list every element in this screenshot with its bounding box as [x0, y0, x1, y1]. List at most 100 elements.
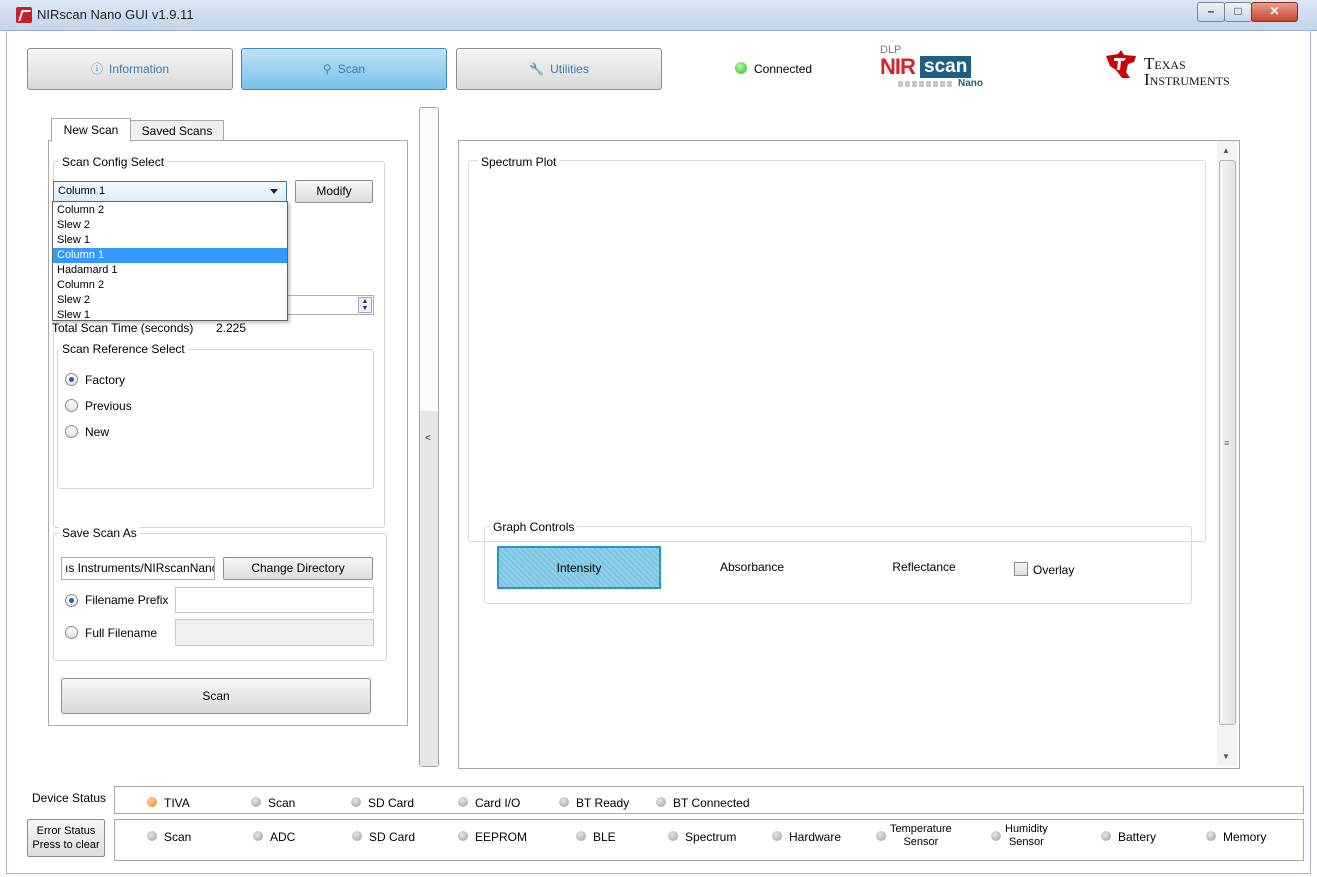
radio-full-filename[interactable] — [65, 626, 78, 639]
error-status-item-label: Hardware — [789, 830, 842, 844]
save-scan-title: Save Scan As — [59, 526, 140, 540]
error-status-led — [576, 831, 586, 841]
radio-new[interactable] — [65, 425, 78, 438]
radio-previous[interactable] — [65, 399, 78, 412]
logo-bars — [898, 81, 954, 87]
minimize-button[interactable]: – — [1197, 2, 1225, 22]
minimize-icon: – — [1207, 4, 1215, 18]
scan-config-title: Scan Config Select — [59, 155, 168, 169]
error-status-led — [1206, 831, 1216, 841]
device-status-led — [251, 797, 261, 807]
device-status-item-label: SD Card — [368, 796, 415, 810]
device-status-item-label: TIVA — [164, 796, 190, 810]
logo-scan-text: scan — [920, 56, 972, 78]
full-filename-input[interactable] — [175, 619, 374, 646]
close-icon: ✕ — [1269, 4, 1280, 18]
subtab-new-scan-label: New Scan — [63, 123, 119, 137]
error-status-button[interactable]: Error Status Press to clear — [27, 819, 105, 857]
error-status-led — [772, 831, 782, 841]
radio-factory[interactable] — [65, 373, 78, 386]
overlay-checkbox[interactable] — [1014, 562, 1028, 576]
error-status-item-label: Scan — [164, 830, 192, 844]
chevron-down-icon — [270, 189, 278, 194]
connection-status-icon — [735, 62, 747, 74]
close-button[interactable]: ✕ — [1251, 2, 1298, 22]
dropdown-option[interactable]: Column 1 — [53, 248, 287, 263]
connection-status: Connected — [754, 62, 813, 76]
scroll-down-icon[interactable]: ▼ — [1222, 752, 1230, 761]
filename-prefix-input[interactable] — [175, 587, 374, 613]
error-status-led — [1101, 831, 1111, 841]
subtab-saved-scans-label: Saved Scans — [141, 124, 213, 138]
error-status-item-label: Battery — [1118, 830, 1157, 844]
absorbance-button[interactable]: Absorbance — [670, 546, 834, 589]
reflectance-button[interactable]: Reflectance — [842, 546, 1006, 589]
tab-scan[interactable]: ⚲ Scan — [241, 48, 447, 90]
dropdown-option[interactable]: Slew 2 — [53, 218, 287, 233]
scroll-up-icon[interactable]: ▲ — [1222, 146, 1230, 155]
filename-prefix-label: Filename Prefix — [85, 593, 169, 607]
error-status-item-label-line1: Temperature — [890, 823, 952, 835]
search-icon: ⚲ — [322, 62, 332, 76]
directory-field[interactable]: ıs Instruments/NIRscanNano — [61, 557, 215, 580]
ti-logo-icon — [1106, 50, 1136, 78]
error-status-item-label-line2: Sensor — [1008, 836, 1044, 848]
device-status-item-label: BT Ready — [576, 796, 630, 810]
tab-information[interactable]: ⓘ Information — [27, 48, 233, 90]
scan-reference-group — [57, 349, 374, 489]
device-status-item-label: BT Connected — [673, 796, 750, 810]
grip-icon: ≡ — [1224, 438, 1230, 448]
error-status-item-label-line2: Sensor — [903, 836, 939, 848]
dropdown-option[interactable]: Column 2 — [53, 203, 287, 218]
error-status-line1: Error Status — [36, 825, 96, 837]
intensity-button[interactable]: Intensity — [497, 546, 661, 589]
radio-factory-label: Factory — [85, 373, 126, 387]
scan-reference-title: Scan Reference Select — [59, 342, 188, 356]
dropdown-option[interactable]: Slew 2 — [53, 293, 287, 308]
total-scan-time-value: 2.225 — [216, 321, 247, 335]
collapse-arrow-icon[interactable]: < — [425, 433, 431, 444]
error-status-led — [991, 831, 1001, 841]
spinner-arrows-icon[interactable]: ▲ ▼ — [358, 297, 372, 313]
spectrum-plot — [468, 160, 1206, 542]
tab-utilities-label: Utilities — [550, 62, 589, 76]
scan-button[interactable]: Scan — [61, 678, 371, 714]
device-status-led — [458, 797, 468, 807]
tab-information-label: Information — [108, 62, 170, 76]
splitter-handle[interactable] — [420, 411, 438, 766]
error-status-led — [352, 831, 362, 841]
error-status-item-label: Spectrum — [685, 830, 737, 844]
error-status-item-label: Temperature Sensor — [890, 823, 952, 849]
tab-scan-label: Scan — [337, 62, 366, 76]
error-status-item-label-line1: Humidity — [1005, 823, 1048, 835]
scan-config-select[interactable]: Column 1 — [53, 181, 287, 202]
dropdown-option[interactable]: Slew 1 — [53, 233, 287, 248]
maximize-icon: □ — [1234, 4, 1242, 18]
radio-new-label: New — [85, 425, 110, 439]
subtab-new-scan[interactable]: New Scan — [51, 118, 131, 142]
error-status-item-label: ADC — [270, 830, 296, 844]
title-bar: NIRscan Nano GUI v1.9.11 – □ ✕ — [0, 0, 1317, 31]
info-icon: ⓘ — [90, 62, 103, 76]
scan-config-selected: Column 1 — [58, 185, 106, 197]
device-status-led — [147, 797, 157, 807]
radio-filename-prefix[interactable] — [65, 594, 78, 607]
device-status-item-label: Card I/O — [475, 796, 521, 810]
device-status-label: Device Status — [32, 791, 107, 805]
dropdown-option[interactable]: Slew 1 — [53, 308, 287, 323]
subtab-saved-scans[interactable]: Saved Scans — [130, 120, 224, 141]
dropdown-option[interactable]: Hadamard 1 — [53, 263, 287, 278]
maximize-button[interactable]: □ — [1224, 2, 1252, 22]
window-title: NIRscan Nano GUI v1.9.11 — [37, 7, 194, 22]
dropdown-option[interactable]: Column 2 — [53, 278, 287, 293]
error-status-led — [253, 831, 263, 841]
logo-nir-text: NIR — [880, 54, 916, 79]
error-status-item-label: Memory — [1223, 830, 1267, 844]
texas-instruments-logo: Texas Instruments — [1104, 50, 1264, 90]
change-directory-button[interactable]: Change Directory — [223, 557, 373, 580]
modify-button[interactable]: Modify — [295, 180, 373, 203]
spectrum-plot-title: Spectrum Plot — [478, 155, 560, 169]
error-status-item-label: SD Card — [369, 830, 416, 844]
tab-utilities[interactable]: 🔧 Utilities — [456, 48, 662, 90]
panel-splitter[interactable]: < — [419, 107, 439, 767]
